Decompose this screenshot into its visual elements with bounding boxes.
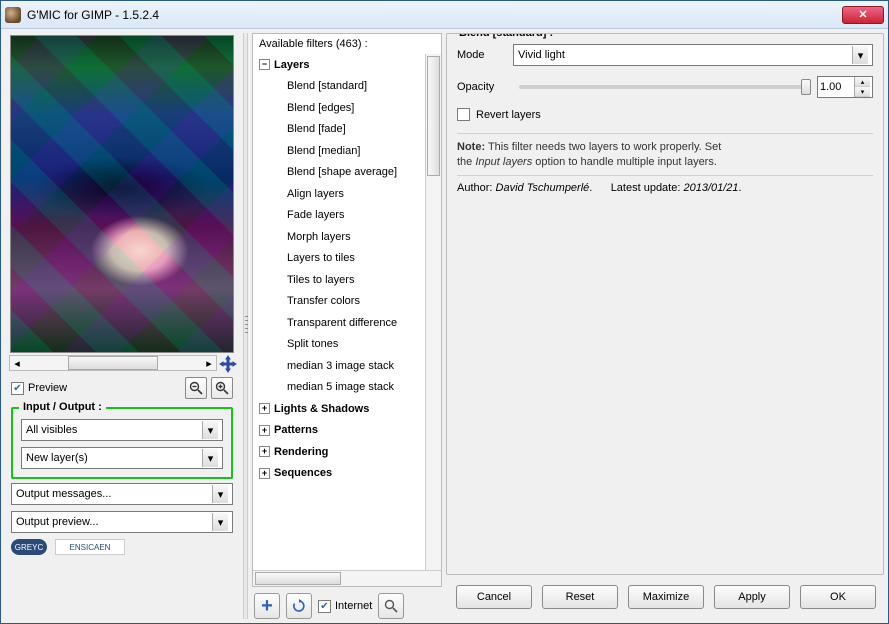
- filter-settings-panel: Blend [standard] : Mode Vivid light ▾ Op…: [446, 33, 884, 575]
- cancel-button[interactable]: Cancel: [456, 585, 532, 609]
- tree-item[interactable]: Tiles to layers: [257, 269, 441, 291]
- revert-label: Revert layers: [476, 109, 541, 121]
- expand-icon[interactable]: +: [259, 403, 270, 414]
- tree-item[interactable]: +Lights & Shadows: [257, 398, 441, 420]
- filter-toolbar: + ✔ Internet: [252, 587, 442, 619]
- tree-item[interactable]: +Sequences: [257, 463, 441, 485]
- tree-item[interactable]: Layers to tiles: [257, 248, 441, 270]
- zoom-out-button[interactable]: [185, 377, 207, 399]
- expand-icon[interactable]: +: [259, 446, 270, 457]
- preview-controls: ✔ Preview: [5, 373, 239, 403]
- button-bar: Cancel Reset Maximize Apply OK: [446, 575, 884, 619]
- revert-checkbox[interactable]: ✔: [457, 108, 470, 121]
- revert-row: ✔ Revert layers: [457, 108, 873, 121]
- opacity-spinner[interactable]: ▴▾: [817, 76, 873, 98]
- mode-row: Mode Vivid light ▾: [457, 44, 873, 66]
- opacity-row: Opacity ▴▾: [457, 76, 873, 98]
- footer-logos: GREYC ENSICAEN: [11, 539, 233, 555]
- tree-item[interactable]: −Layers: [257, 54, 441, 76]
- preview-label: Preview: [28, 382, 67, 394]
- right-column: Blend [standard] : Mode Vivid light ▾ Op…: [446, 33, 884, 619]
- chevron-down-icon: ▾: [212, 485, 228, 503]
- io-fieldset: Input / Output : All visibles ▾ New laye…: [11, 407, 233, 479]
- chevron-down-icon: ▾: [202, 449, 218, 467]
- window-title: G'MIC for GIMP - 1.5.2.4: [27, 8, 842, 22]
- ok-button[interactable]: OK: [800, 585, 876, 609]
- spin-up[interactable]: ▴: [855, 77, 870, 87]
- tree-item[interactable]: +Patterns: [257, 420, 441, 442]
- tree-item[interactable]: Blend [median]: [257, 140, 441, 162]
- tree-item[interactable]: Blend [shape average]: [257, 162, 441, 184]
- scroll-thumb[interactable]: [68, 356, 159, 370]
- tree-item[interactable]: median 5 image stack: [257, 377, 441, 399]
- chevron-down-icon: ▾: [202, 421, 218, 439]
- tree-item[interactable]: Transparent difference: [257, 312, 441, 334]
- input-layers-dropdown[interactable]: All visibles ▾: [21, 419, 223, 441]
- tree-item[interactable]: Blend [standard]: [257, 76, 441, 98]
- move-icon[interactable]: [219, 355, 237, 373]
- opacity-slider[interactable]: [519, 85, 811, 89]
- opacity-input[interactable]: [818, 80, 854, 94]
- ensicaen-logo: ENSICAEN: [55, 539, 125, 555]
- zoom-filter-button[interactable]: [378, 593, 404, 619]
- close-button[interactable]: ✕: [842, 6, 884, 24]
- gimp-icon: [5, 7, 21, 23]
- note-text: Note: This filter needs two layers to wo…: [457, 140, 873, 171]
- divider: [457, 175, 873, 176]
- refresh-button[interactable]: [286, 593, 312, 619]
- author-row: Author: David Tschumperlé. Latest update…: [457, 182, 873, 194]
- splitter[interactable]: [243, 33, 248, 619]
- left-column: ◂ ▸ ✔ Preview Input /: [5, 33, 239, 619]
- preview-checkbox[interactable]: ✔: [11, 382, 24, 395]
- tree-item[interactable]: Fade layers: [257, 205, 441, 227]
- expand-icon[interactable]: +: [259, 425, 270, 436]
- chevron-down-icon: ▾: [852, 46, 868, 64]
- internet-label: Internet: [335, 600, 372, 612]
- preview-hscrollbar[interactable]: ◂ ▸: [9, 355, 217, 371]
- tree-item[interactable]: Split tones: [257, 334, 441, 356]
- internet-checkbox[interactable]: ✔: [318, 600, 331, 613]
- filter-header: Available filters (463) :: [253, 34, 441, 54]
- tree-item[interactable]: Align layers: [257, 183, 441, 205]
- filter-vscrollbar[interactable]: [425, 54, 441, 570]
- expand-icon[interactable]: +: [259, 468, 270, 479]
- middle-column: Available filters (463) : −LayersBlend […: [252, 33, 442, 619]
- filter-panel: Available filters (463) : −LayersBlend […: [252, 33, 442, 587]
- tree-item[interactable]: Morph layers: [257, 226, 441, 248]
- output-preview-dropdown[interactable]: Output preview... ▾: [11, 511, 233, 533]
- maximize-button[interactable]: Maximize: [628, 585, 704, 609]
- io-legend: Input / Output :: [19, 401, 106, 413]
- chevron-down-icon: ▾: [212, 513, 228, 531]
- apply-button[interactable]: Apply: [714, 585, 790, 609]
- tree-item[interactable]: Blend [fade]: [257, 119, 441, 141]
- preview-image[interactable]: [10, 35, 234, 353]
- output-messages-dropdown[interactable]: Output messages... ▾: [11, 483, 233, 505]
- divider: [457, 133, 873, 134]
- slider-thumb[interactable]: [801, 79, 811, 95]
- greyc-logo: GREYC: [11, 539, 47, 555]
- settings-legend: Blend [standard] :: [455, 33, 557, 39]
- tree-item[interactable]: +Rendering: [257, 441, 441, 463]
- titlebar: G'MIC for GIMP - 1.5.2.4 ✕: [1, 1, 888, 29]
- reset-button[interactable]: Reset: [542, 585, 618, 609]
- filter-hscrollbar[interactable]: [253, 570, 441, 586]
- output-mode-dropdown[interactable]: New layer(s) ▾: [21, 447, 223, 469]
- tree-item[interactable]: Transfer colors: [257, 291, 441, 313]
- mode-label: Mode: [457, 49, 513, 61]
- filter-tree[interactable]: −LayersBlend [standard]Blend [edges]Blen…: [253, 54, 441, 570]
- tree-item[interactable]: median 3 image stack: [257, 355, 441, 377]
- window-body: ◂ ▸ ✔ Preview Input /: [1, 29, 888, 623]
- gmic-window: G'MIC for GIMP - 1.5.2.4 ✕ ◂ ▸ ✔ P: [0, 0, 889, 624]
- internet-checkbox-row: ✔ Internet: [318, 600, 372, 613]
- tree-item[interactable]: Blend [edges]: [257, 97, 441, 119]
- zoom-in-button[interactable]: [211, 377, 233, 399]
- spin-down[interactable]: ▾: [855, 87, 870, 97]
- opacity-label: Opacity: [457, 81, 513, 93]
- add-filter-button[interactable]: +: [254, 593, 280, 619]
- mode-dropdown[interactable]: Vivid light ▾: [513, 44, 873, 66]
- collapse-icon[interactable]: −: [259, 59, 270, 70]
